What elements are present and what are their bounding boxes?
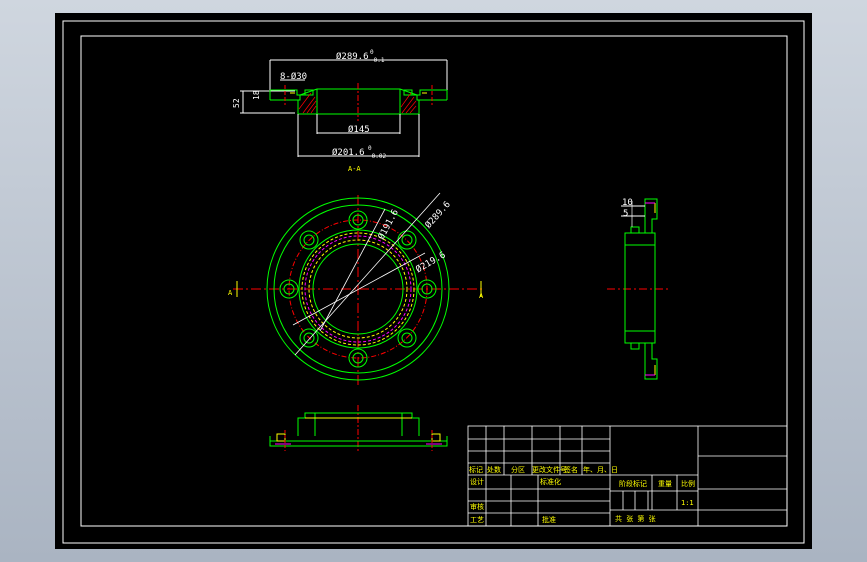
dim-top-label: Ø289.6 xyxy=(336,51,369,62)
side-view: 10 5 xyxy=(607,198,669,380)
tb-weight: 重量 xyxy=(658,480,672,488)
drawing-frame: Ø289.6 0 -0.1 8-Ø30 52 18 Ø145 Ø201.6 0 … xyxy=(55,13,812,549)
dim-bottom-tol-lower: -0.02 xyxy=(368,153,386,160)
inner-border xyxy=(80,35,788,527)
section-label: A-A xyxy=(348,165,361,173)
tb-approve: 批准 xyxy=(542,515,556,524)
outer-border xyxy=(62,20,805,544)
dim-10-label: 10 xyxy=(622,198,633,208)
dim-height-label: 52 xyxy=(232,98,241,108)
tb-label-change-doc: 更改文件号 xyxy=(532,465,567,474)
dim-top-tol-lower: -0.1 xyxy=(370,57,385,64)
tb-process: 工艺 xyxy=(470,516,484,524)
front-view: A A Ø191.6 Ø289.6 Ø219.6 xyxy=(228,192,485,385)
section-mark-right: A xyxy=(479,292,484,300)
dim-bore-label: Ø145 xyxy=(348,124,370,135)
dim-bottom-label: Ø201.6 xyxy=(332,147,365,158)
bottom-view xyxy=(269,405,448,453)
tb-design: 设计 xyxy=(470,477,484,486)
dim-c-label: Ø219.6 xyxy=(414,249,448,275)
tb-scale-value: 1:1 xyxy=(681,499,694,507)
tb-label-count: 处数 xyxy=(487,465,501,474)
dim-top-tol-upper: 0 xyxy=(370,49,374,56)
tb-review: 审核 xyxy=(470,502,484,511)
dim-flange-label: 18 xyxy=(252,90,261,100)
tb-standardization: 标准化 xyxy=(540,477,561,486)
tb-label-sign: 签名 xyxy=(564,465,578,474)
tb-sheets: 共 张 第 张 xyxy=(615,514,656,523)
title-block: 标记 处数 分区 更改文件号 签名 年、月、日 设计 标准化 审核 工艺 批准 … xyxy=(467,425,788,527)
dim-bottom-tol-upper: 0 xyxy=(368,145,372,152)
dim-b-label: Ø289.6 xyxy=(423,199,453,231)
tb-stage-mark: 阶段标记 xyxy=(619,479,647,488)
cad-drawing: Ø289.6 0 -0.1 8-Ø30 52 18 Ø145 Ø201.6 0 … xyxy=(62,20,805,544)
dim-5-label: 5 xyxy=(623,209,628,219)
tb-label-date: 年、月、日 xyxy=(583,465,618,474)
section-mark-left: A xyxy=(228,289,233,297)
dim-a-label: Ø191.6 xyxy=(376,208,401,242)
section-view-a-a: Ø289.6 0 -0.1 8-Ø30 52 18 Ø145 Ø201.6 0 … xyxy=(232,49,448,173)
tb-scale: 比例 xyxy=(681,479,695,488)
tb-label-mark: 标记 xyxy=(469,465,483,474)
tb-label-zone: 分区 xyxy=(511,465,525,474)
